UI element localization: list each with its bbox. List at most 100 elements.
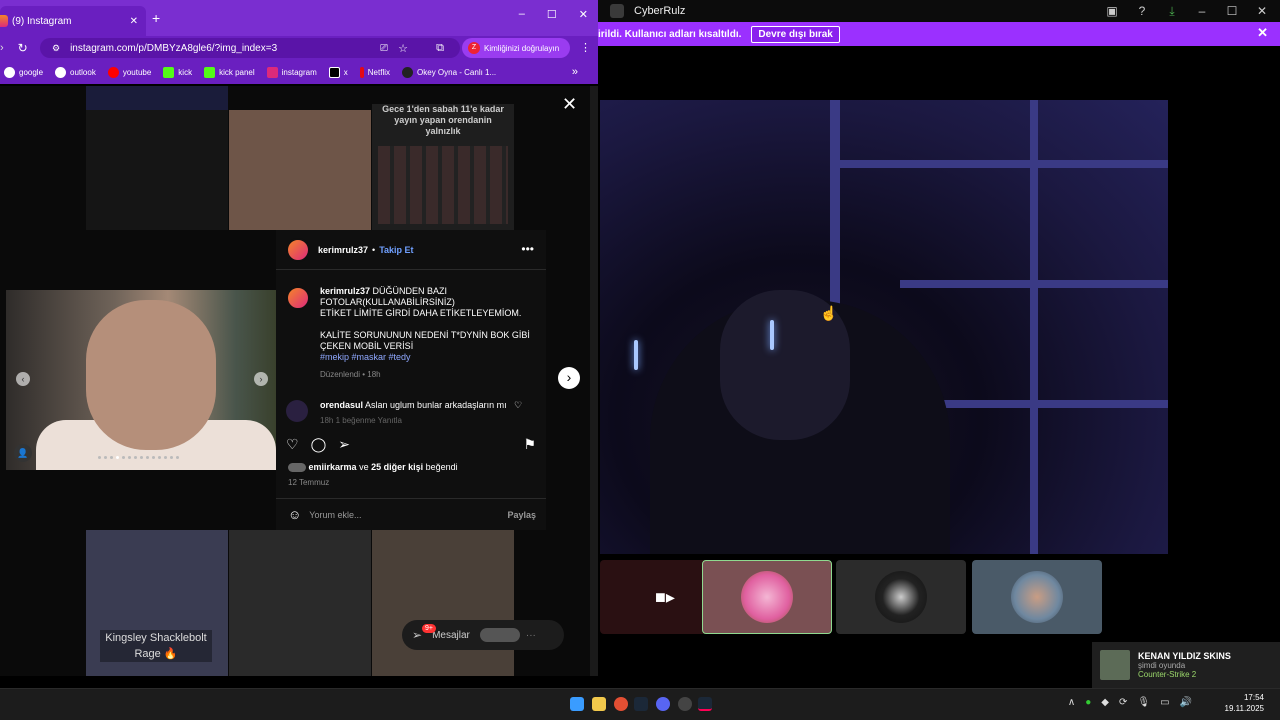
disable-button[interactable]: Devre dışı bırak xyxy=(751,25,840,43)
clock[interactable]: 17:54 19.11.2025 xyxy=(1225,692,1264,714)
verify-label: Kimliğinizi doğrulayın xyxy=(484,43,560,53)
bookmark-instagram[interactable]: instagram xyxy=(266,66,317,78)
grid-tile[interactable] xyxy=(229,110,371,230)
new-tab-button[interactable]: + xyxy=(152,10,160,26)
more-icon[interactable]: ··· xyxy=(526,630,536,641)
headset-light xyxy=(770,320,774,350)
messages-button[interactable]: ➢ 9+ Mesajlar ··· xyxy=(402,620,564,650)
comment-like-icon[interactable]: ♡ xyxy=(514,400,522,411)
bookmark-youtube[interactable]: youtube xyxy=(107,66,151,78)
messages-label: Mesajlar xyxy=(432,629,470,641)
comment-avatar[interactable] xyxy=(286,400,308,422)
post-date: 12 Temmuz xyxy=(288,478,330,487)
tab-title: (9) Instagram xyxy=(12,15,72,27)
shelf-post xyxy=(1030,100,1038,554)
grid-tile[interactable] xyxy=(229,530,371,676)
post-username[interactable]: kerimrulz37 xyxy=(318,245,368,255)
cyberrulz-taskbar-icon[interactable] xyxy=(698,697,712,711)
grid-tile[interactable] xyxy=(372,530,514,676)
save-icon[interactable]: ⚑ xyxy=(523,436,536,453)
emoji-icon[interactable]: ☺ xyxy=(288,507,301,522)
status-dot-icon[interactable]: ● xyxy=(1085,697,1091,708)
display-icon[interactable]: ▭ xyxy=(1160,697,1169,708)
comment-icon[interactable]: ◯ xyxy=(311,436,327,453)
discord-icon[interactable] xyxy=(656,697,670,711)
notice-banner: irildi. Kullanıcı adları kısaltıldı. Dev… xyxy=(598,22,1280,46)
chrome-icon[interactable] xyxy=(614,697,628,711)
comment-input[interactable]: ☺ Yorum ekle... Paylaş xyxy=(276,498,546,530)
share-icon[interactable]: ➢ xyxy=(338,436,350,453)
bookmark-okey[interactable]: Okey Oyna - Canlı 1... xyxy=(402,66,497,78)
likes-connector: ve xyxy=(356,462,372,472)
tray-expand-icon[interactable]: ∧ xyxy=(1068,697,1075,708)
extensions-icon[interactable]: ⧉ xyxy=(436,42,444,55)
edited-label: Düzenlendi • 18h xyxy=(320,370,381,379)
more-options-icon[interactable]: ••• xyxy=(521,242,534,256)
start-icon[interactable] xyxy=(570,697,584,711)
caption-avatar[interactable] xyxy=(286,286,310,310)
bookmark-kick-panel[interactable]: kick panel xyxy=(204,66,255,78)
screen-icon[interactable]: ▣ xyxy=(1104,4,1120,18)
help-icon[interactable]: ? xyxy=(1134,4,1150,18)
bookmark-icon xyxy=(328,66,340,78)
more-bookmarks-icon[interactable]: » xyxy=(572,66,578,78)
install-icon[interactable]: ⎚ xyxy=(380,43,388,54)
back-icon[interactable]: › xyxy=(0,42,4,54)
modal-close-icon[interactable]: ✕ xyxy=(562,94,577,115)
post-image[interactable]: ‹ › 👤 xyxy=(6,290,276,470)
message-avatars xyxy=(479,628,520,642)
bookmark-google[interactable]: google xyxy=(4,66,43,78)
caption-tags[interactable]: #mekip #maskar #tedy xyxy=(320,352,532,363)
likes-summary[interactable]: emiirkarma ve 25 diğer kişi beğendi xyxy=(288,462,458,473)
maximize-button[interactable]: ☐ xyxy=(1224,4,1240,18)
bookmark-outlook[interactable]: outlook xyxy=(55,66,96,78)
tab-instagram[interactable]: (9) Instagram ✕ xyxy=(0,6,146,36)
sync-icon[interactable]: ⟳ xyxy=(1119,697,1127,708)
grid-tile[interactable] xyxy=(86,86,228,110)
tagged-users-icon[interactable]: 👤 xyxy=(14,444,32,462)
like-icon[interactable]: ♡ xyxy=(286,436,299,453)
participant-tile[interactable] xyxy=(972,560,1102,634)
reload-icon[interactable]: ↻ xyxy=(18,41,28,55)
video-stream[interactable] xyxy=(600,100,1168,554)
avatar[interactable] xyxy=(286,237,310,262)
post-comment-button[interactable]: Paylaş xyxy=(507,510,536,520)
menu-icon[interactable]: ⋮ xyxy=(580,41,591,54)
explorer-icon[interactable] xyxy=(592,697,606,711)
prev-image-icon[interactable]: ‹ xyxy=(16,372,30,386)
close-button[interactable]: ✕ xyxy=(579,8,588,21)
grid-tile[interactable] xyxy=(86,110,228,230)
steam-tray-icon[interactable]: ◆ xyxy=(1101,697,1109,708)
scrollbar[interactable] xyxy=(590,86,598,676)
download-icon[interactable]: ⤓ xyxy=(1164,4,1180,19)
bookmark-netflix[interactable]: Netflix xyxy=(359,66,390,78)
steam-icon[interactable] xyxy=(634,697,648,711)
caption-username[interactable]: kerimrulz37 xyxy=(320,286,370,296)
banner-close-icon[interactable]: ✕ xyxy=(1257,25,1268,41)
comment-username[interactable]: orendasul xyxy=(320,400,363,410)
tab-close-icon[interactable]: ✕ xyxy=(130,16,138,27)
volume-icon[interactable]: 🔊 xyxy=(1180,697,1192,708)
verify-identity-button[interactable]: Z Kimliğinizi doğrulayın xyxy=(462,38,570,58)
bookmark-label: outlook xyxy=(70,67,96,77)
next-image-icon[interactable]: › xyxy=(254,372,268,386)
mic-icon[interactable]: 🎙 xyxy=(1137,697,1150,708)
bookmark-kick[interactable]: kick xyxy=(163,66,192,78)
address-bar[interactable]: ⚙ instagram.com/p/DMBYzA8gle6/?img_index… xyxy=(40,38,460,58)
game-notification[interactable]: KENAN YILDIZ SKINS şimdi oyunda Counter-… xyxy=(1092,642,1280,688)
participant-tile[interactable] xyxy=(836,560,966,634)
maximize-button[interactable]: ☐ xyxy=(547,8,557,21)
minimize-button[interactable]: – xyxy=(519,8,525,21)
grid-tile[interactable]: Gece 1'den sabah 11'e kadar yayın yapan … xyxy=(372,104,514,230)
close-button[interactable]: ✕ xyxy=(1254,4,1270,18)
site-info-icon[interactable]: ⚙ xyxy=(52,43,60,54)
minimize-button[interactable]: – xyxy=(1194,4,1210,18)
app-icon[interactable] xyxy=(678,697,692,711)
bookmark-x[interactable]: x xyxy=(328,66,348,78)
participant-tile[interactable] xyxy=(702,560,832,634)
bookmark-label: Okey Oyna - Canlı 1... xyxy=(417,67,497,77)
bookmark-icon xyxy=(359,66,364,78)
next-post-button[interactable]: › xyxy=(558,367,580,389)
follow-button[interactable]: Takip Et xyxy=(379,245,413,255)
bookmark-star-icon[interactable]: ☆ xyxy=(398,42,408,55)
